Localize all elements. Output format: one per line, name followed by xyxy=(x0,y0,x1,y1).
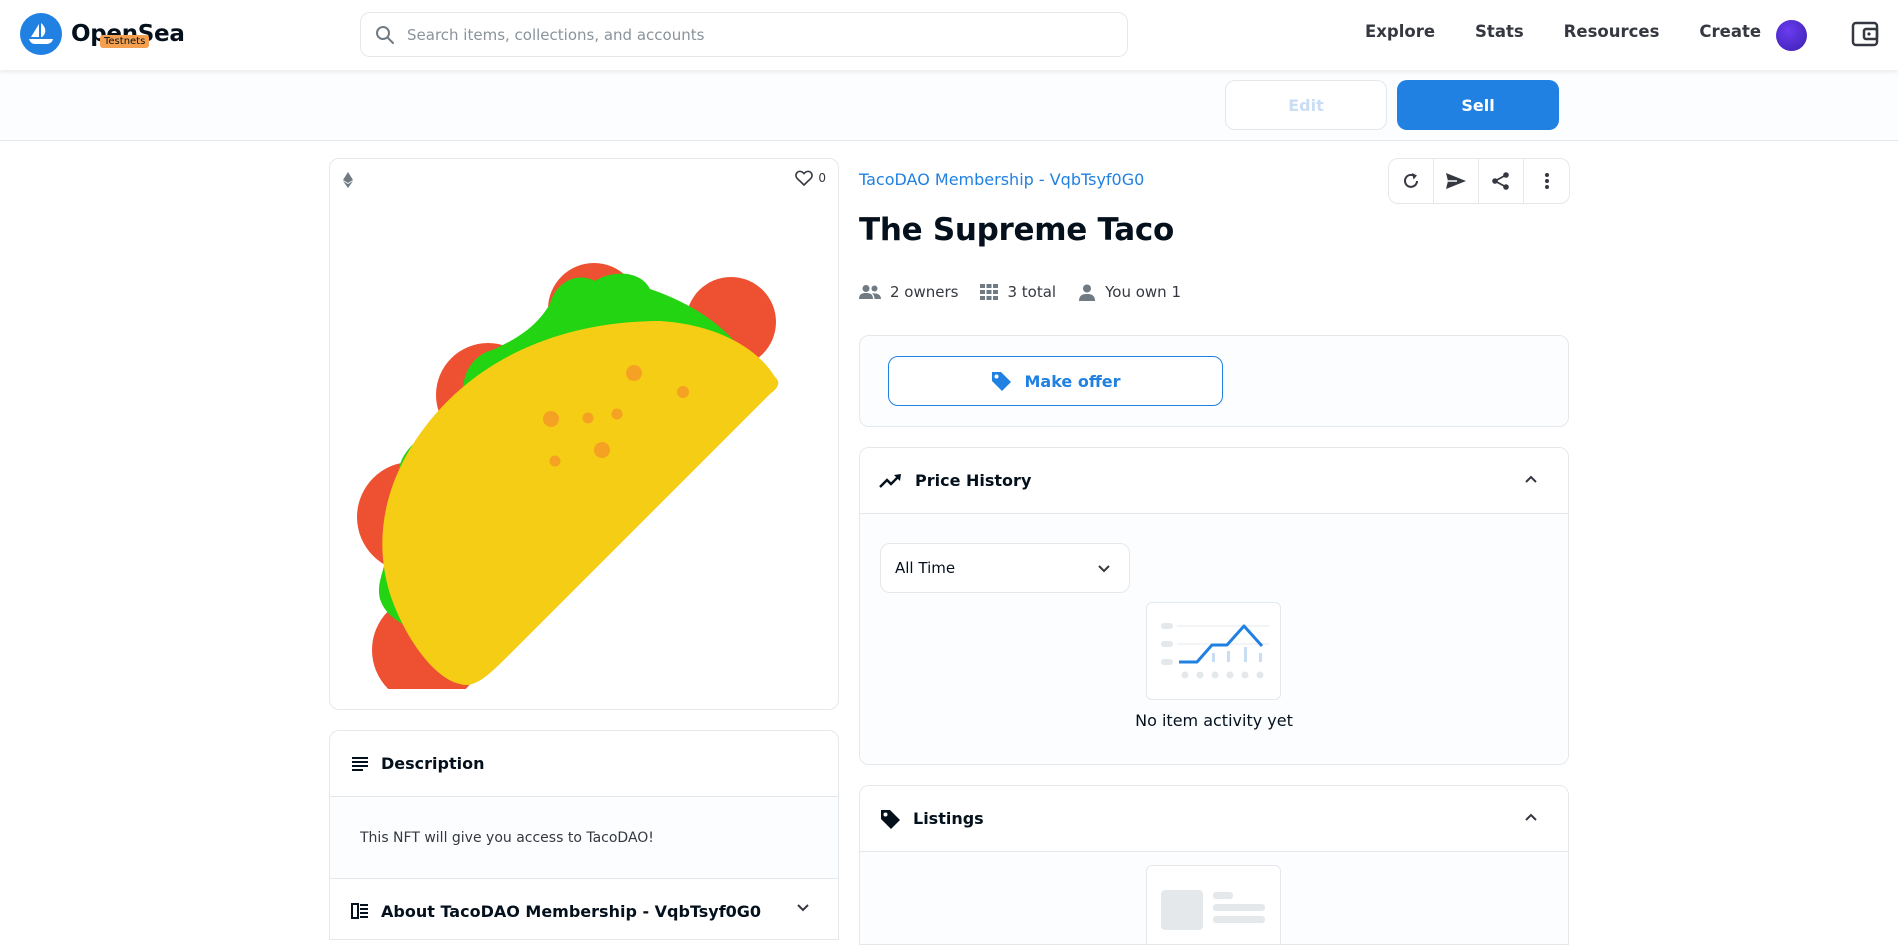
total-count: 3 total xyxy=(1007,283,1057,301)
description-title: Description xyxy=(381,754,485,773)
refresh-icon xyxy=(1404,173,1418,188)
search-bar[interactable] xyxy=(360,12,1128,57)
empty-chart-illustration xyxy=(1146,602,1281,700)
ethereum-icon xyxy=(343,172,353,188)
transfer-button[interactable] xyxy=(1434,159,1479,203)
nav-explore[interactable]: Explore xyxy=(1365,22,1435,41)
item-title: The Supreme Taco xyxy=(859,212,1174,248)
chevron-up-icon[interactable] xyxy=(1524,812,1538,822)
favorite-toggle[interactable]: 0 xyxy=(795,170,826,186)
price-history-body: All Time No item activity yet xyxy=(860,514,1568,764)
refresh-button[interactable] xyxy=(1389,159,1434,203)
opensea-boat-icon xyxy=(20,13,62,55)
profile-avatar[interactable] xyxy=(1776,20,1807,51)
make-offer-label: Make offer xyxy=(1024,371,1121,391)
search-icon xyxy=(376,25,394,44)
price-history-title: Price History xyxy=(915,471,1032,490)
nav-resources[interactable]: Resources xyxy=(1564,22,1660,41)
edit-button[interactable]: Edit xyxy=(1225,80,1387,130)
nav-create[interactable]: Create xyxy=(1699,22,1761,41)
share-button[interactable] xyxy=(1479,159,1524,203)
listings-panel: Listings xyxy=(859,785,1569,945)
send-icon xyxy=(1446,173,1466,189)
opensea-logo[interactable]: OpenSea xyxy=(20,13,185,55)
heart-icon xyxy=(795,170,814,186)
sell-button[interactable]: Sell xyxy=(1397,80,1559,130)
chevron-up-icon[interactable] xyxy=(1524,474,1538,484)
testnets-badge: Testnets xyxy=(100,35,150,48)
person-icon xyxy=(1079,284,1096,301)
description-header[interactable]: Description xyxy=(330,731,838,797)
owners-stat[interactable]: 2 owners xyxy=(859,283,958,301)
grid-icon xyxy=(980,284,999,300)
time-range-value: All Time xyxy=(895,559,956,577)
chart-placeholder-icon xyxy=(1161,623,1269,679)
item-toolbar xyxy=(1388,158,1570,204)
price-history-header[interactable]: Price History xyxy=(860,448,1568,514)
list-placeholder-icon xyxy=(1161,890,1265,930)
more-options-button[interactable] xyxy=(1524,159,1569,203)
main-nav: Explore Stats Resources Create xyxy=(1365,22,1801,41)
chevron-down-icon xyxy=(1098,565,1110,573)
no-activity-text: No item activity yet xyxy=(1135,711,1293,730)
tag-icon xyxy=(881,809,900,829)
total-stat: 3 total xyxy=(980,283,1056,301)
owner-action-bar: Edit Sell xyxy=(0,71,1898,141)
make-offer-button[interactable]: Make offer xyxy=(888,356,1223,406)
price-history-panel: Price History All Time No item activity … xyxy=(859,447,1569,765)
description-panel: Description This NFT will give you acces… xyxy=(329,730,839,940)
time-range-select[interactable]: All Time xyxy=(880,543,1130,593)
nav-stats[interactable]: Stats xyxy=(1475,22,1524,41)
you-own-stat: You own 1 xyxy=(1078,283,1181,301)
about-icon xyxy=(351,903,368,919)
listings-header[interactable]: Listings xyxy=(860,786,1568,852)
listings-title: Listings xyxy=(913,809,984,828)
search-input[interactable] xyxy=(407,25,1087,44)
description-text: This NFT will give you access to TacoDAO… xyxy=(330,797,838,879)
chevron-down-icon xyxy=(797,904,809,912)
wallet-icon[interactable] xyxy=(1851,21,1879,47)
trending-icon xyxy=(879,473,901,488)
share-icon xyxy=(1492,172,1509,190)
about-collection-header[interactable]: About TacoDAO Membership - VqbTsyf0G0 xyxy=(330,879,838,939)
offer-panel: Make offer xyxy=(859,335,1569,427)
owners-count: 2 owners xyxy=(890,283,959,301)
tag-icon xyxy=(992,372,1012,391)
listings-body xyxy=(860,852,1568,944)
nft-image-card: 0 xyxy=(329,158,839,710)
you-own-count: You own 1 xyxy=(1105,283,1181,301)
taco-nft-image[interactable] xyxy=(350,209,820,689)
people-icon xyxy=(859,285,881,299)
about-title: About TacoDAO Membership - VqbTsyf0G0 xyxy=(381,901,762,921)
collection-link[interactable]: TacoDAO Membership - VqbTsyf0G0 xyxy=(859,170,1144,189)
item-stats: 2 owners 3 total You own 1 xyxy=(859,283,1203,301)
empty-listings-illustration xyxy=(1146,865,1281,944)
top-nav: OpenSea Testnets Explore Stats Resources… xyxy=(0,0,1898,70)
favorite-count: 0 xyxy=(818,171,826,185)
more-vertical-icon xyxy=(1544,173,1549,189)
description-icon xyxy=(352,756,368,771)
